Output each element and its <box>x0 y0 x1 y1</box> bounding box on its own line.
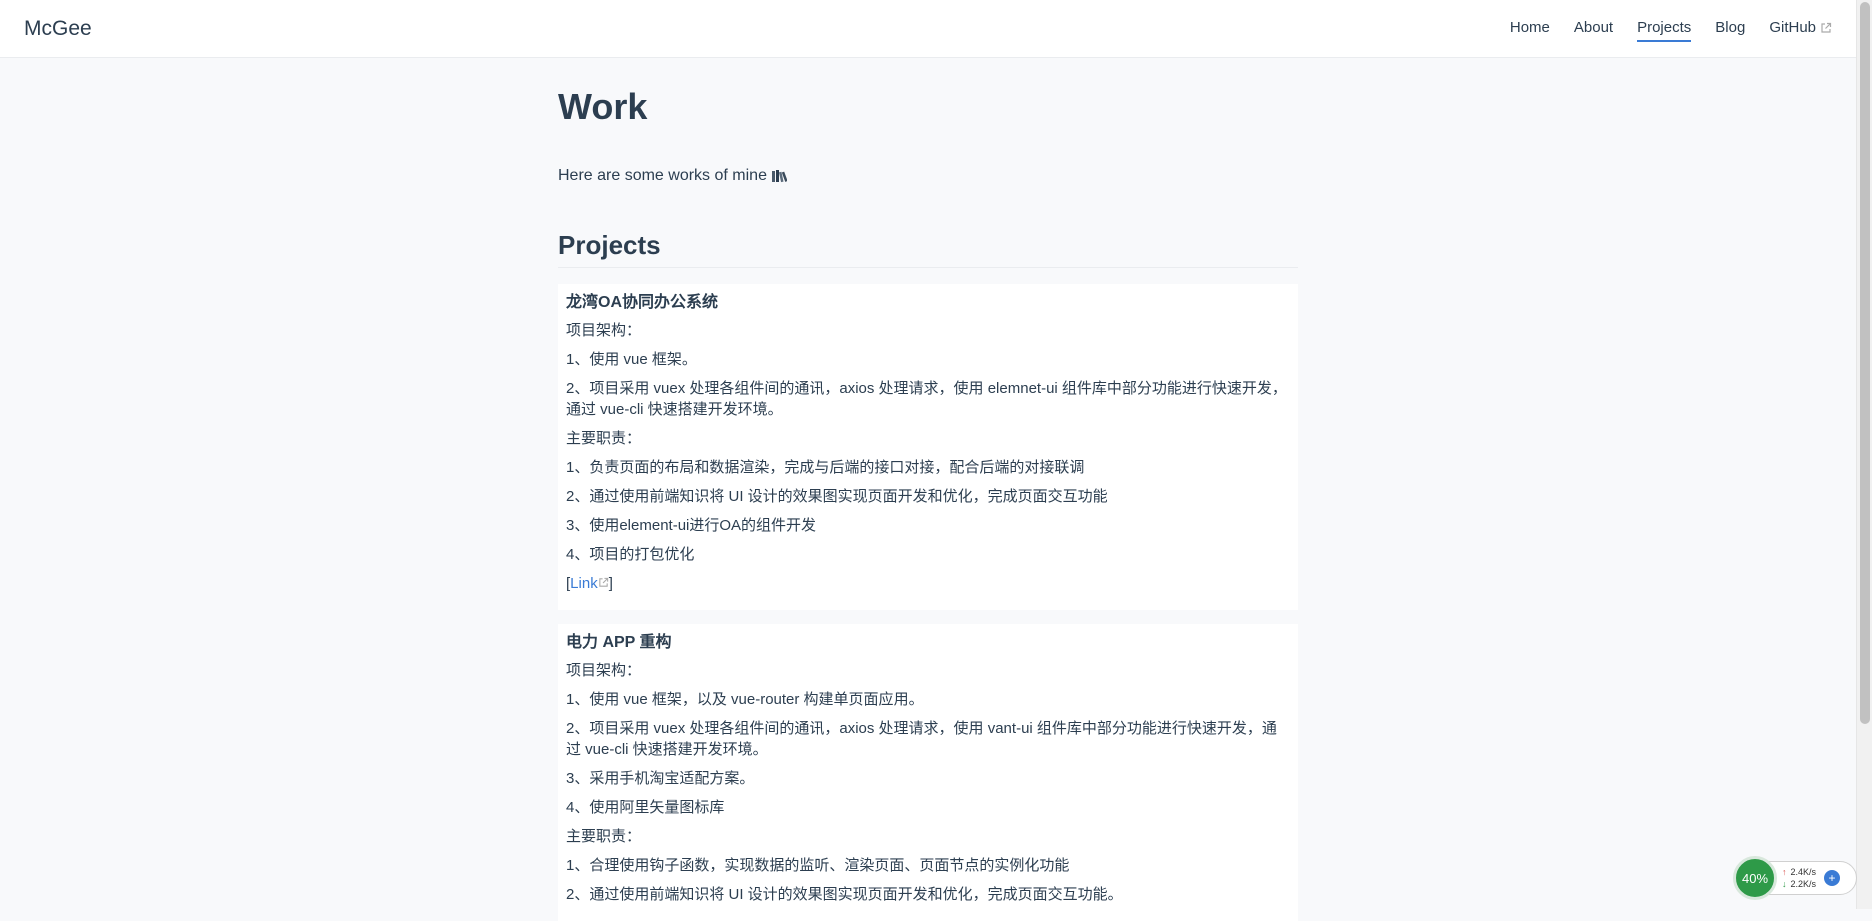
nav-link-label: Projects <box>1637 19 1692 36</box>
page-scrollbar[interactable] <box>1856 0 1872 909</box>
project-line: 4、项目的打包优化 <box>566 546 695 564</box>
books-icon <box>771 170 787 183</box>
project-line: 主要职责： <box>566 430 642 448</box>
plus-icon[interactable]: + <box>1824 870 1841 886</box>
page-title: Work <box>558 86 648 127</box>
network-speed-widget[interactable]: 40% ↑ 2.4K/s ↓ 2.2K/s + <box>1733 856 1857 900</box>
nav-link-label: Blog <box>1715 19 1746 36</box>
project-line: 2、通过使用前端知识将 UI 设计的效果图实现页面开发和优化，完成页面交互功能。 <box>566 886 1123 904</box>
project-line: 1、负责页面的布局和数据渲染，完成与后端的接口对接，配合后端的对接联调 <box>566 459 1085 477</box>
project-line: 1、合理使用钩子函数，实现数据的监听、渲染页面、页面节点的实例化功能 <box>566 857 1070 875</box>
project-line: 1、使用 vue 框架。 <box>566 351 697 369</box>
project-line: 4、使用阿里矢量图标库 <box>566 799 725 817</box>
nav-links: Home About Projects Blog GitHub <box>1510 15 1832 42</box>
arrow-up-icon: ↑ <box>1782 867 1787 877</box>
arrow-down-icon: ↓ <box>1782 879 1787 889</box>
project-line: 2、项目采用 vuex 处理各组件间的通讯，axios 处理请求，使用 elem… <box>566 380 1287 419</box>
nav-link-about[interactable]: About <box>1574 15 1613 42</box>
nav-link-home[interactable]: Home <box>1510 15 1550 42</box>
project-title: 电力 APP 重构 <box>566 634 672 652</box>
project-line: 2、通过使用前端知识将 UI 设计的效果图实现页面开发和优化，完成页面交互功能 <box>566 488 1108 506</box>
download-rate-row: ↓ 2.2K/s <box>1782 879 1816 889</box>
upload-rate: 2.4K/s <box>1790 867 1817 877</box>
upload-rate-row: ↑ 2.4K/s <box>1782 867 1816 877</box>
top-navbar: McGee Home About Projects Blog GitHub <box>0 0 1856 58</box>
nav-link-label: About <box>1573 19 1614 36</box>
scroll-thumb[interactable] <box>1860 2 1870 724</box>
network-rates-panel: ↑ 2.4K/s ↓ 2.2K/s + <box>1767 861 1857 895</box>
project-link-row: [Link ] <box>566 575 613 593</box>
nav-link-projects[interactable]: Projects <box>1637 15 1692 42</box>
intro-label: Here are some works of mine <box>558 167 767 185</box>
project-line: 3、采用手机淘宝适配方案。 <box>566 770 755 788</box>
project-line: 主要职责： <box>566 828 642 846</box>
project-link-label: Link <box>570 575 598 593</box>
project-line: 项目架构： <box>566 322 642 340</box>
nav-link-label: GitHub <box>1769 19 1816 36</box>
project-line: 3、使用element-ui进行OA的组件开发 <box>566 517 817 535</box>
project-line: 1、使用 vue 框架，以及 vue-router 构建单页面应用。 <box>566 691 924 709</box>
nav-link-blog[interactable]: Blog <box>1715 15 1745 42</box>
section-title-projects: Projects <box>558 230 1298 269</box>
network-rates: ↑ 2.4K/s ↓ 2.2K/s <box>1782 867 1816 889</box>
external-link-icon <box>598 578 608 587</box>
project-link[interactable]: Link <box>570 575 609 592</box>
download-rate: 2.2K/s <box>1790 879 1817 889</box>
project-line: 2、项目采用 vuex 处理各组件间的通讯，axios 处理请求，使用 vant… <box>566 720 1277 759</box>
project-card: 电力 APP 重构 项目架构： 1、使用 vue 框架，以及 vue-route… <box>558 624 1298 921</box>
external-link-icon <box>1821 22 1832 33</box>
site-brand[interactable]: McGee <box>24 17 92 41</box>
usage-percent-circle[interactable]: 40% <box>1733 856 1777 900</box>
project-title: 龙湾OA协同办公系统 <box>566 294 719 312</box>
project-line: 项目架构： <box>566 662 642 680</box>
nav-link-label: Home <box>1509 19 1550 36</box>
main-content: Work Here are some works of mine Project… <box>558 58 1298 921</box>
nav-link-github[interactable]: GitHub <box>1769 15 1832 42</box>
project-card: 龙湾OA协同办公系统 项目架构： 1、使用 vue 框架。 2、项目采用 vue… <box>558 284 1298 611</box>
intro-text: Here are some works of mine <box>558 166 1298 186</box>
